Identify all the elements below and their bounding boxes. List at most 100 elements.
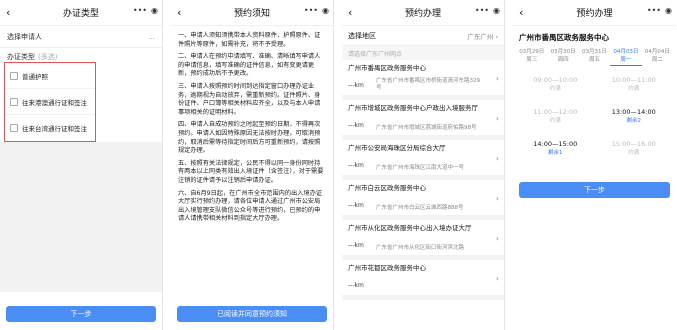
center-name: 广州市从化区政务服务中心出入境办证大厅 (348, 224, 472, 232)
close-icon[interactable]: ◉ (151, 6, 158, 15)
capsule[interactable]: ••• ◉ (304, 6, 329, 15)
center-distance: ---km (348, 82, 364, 89)
date-tabs: 03月29日 周三 03月30日 周四 03月31日 周五 04月03日 周一 04月0… (513, 45, 676, 66)
checkbox-icon[interactable] (10, 97, 18, 106)
slot-status: 约满 (628, 150, 640, 156)
page-title: 预约办理 (404, 9, 441, 19)
time-slot[interactable]: 11:00—12:00 约满 (517, 102, 594, 132)
region-row[interactable]: 选择地区 广东广州 › (342, 26, 504, 46)
back-icon[interactable]: ‹ (519, 6, 523, 19)
option-taiwan[interactable]: 往来台湾通行证和签注 (5, 115, 95, 141)
time-slot[interactable]: 10:00—11:00 约满 (596, 70, 673, 100)
notice-paragraph: 一、申请人须知须携带本人资料原件、护照原件、证件照片等原件，如需补充，将不予受理… (178, 32, 321, 48)
applicant-value: ... (148, 32, 155, 41)
center-name: 广州市白云区政务服务中心 (348, 184, 426, 192)
slot-status: 剩余2 (626, 118, 642, 124)
tab-date-label: 03月30日 (550, 49, 576, 55)
applicant-row[interactable]: 选择申请人 ... (0, 26, 162, 48)
slot-time: 15:00—16:00 (611, 140, 656, 148)
time-slot[interactable]: 15:00—16:00 约满 (596, 134, 673, 164)
type-options: 普通护照 往来港澳通行证和签注 往来台湾通行证和签注 (4, 62, 96, 142)
tab-date-label: 04月03日 (613, 49, 639, 55)
center-distance: ---km (348, 282, 364, 289)
chevron-right-icon: › (495, 74, 499, 83)
tab-day-label: 周四 (557, 57, 569, 63)
tab-date-label: 03月31日 (582, 49, 608, 55)
option-label: 往来台湾通行证和签注 (22, 125, 87, 133)
nav-bar: ‹ 办证类型 ••• ◉ (0, 0, 162, 26)
center-title: 广州市番禺区政务服务中心 (519, 33, 609, 42)
center-item[interactable]: 广州市增城区政务服务中心户政出入境服务厅 ---km 广东省广州市增城区荔城街道… (342, 100, 504, 140)
more-icon[interactable]: ••• (133, 6, 147, 15)
page-title: 预约办理 (576, 9, 613, 19)
checkbox-icon[interactable] (10, 124, 18, 132)
capsule[interactable]: ••• ◉ (133, 6, 158, 15)
center-address: 广东省广州市从化区街口街河滨北路 (376, 245, 465, 251)
time-slot[interactable]: 14:00—15:00 剩余1 (517, 134, 594, 164)
tab-date-label: 03月29日 (519, 49, 545, 55)
notice-text: 一、申请人须知须携带本人资料原件、护照原件、证件照片等原件，如需补充，将不予受理… (171, 26, 333, 234)
center-address: 广东省广州市增城区荔城街道府佑路98号 (376, 125, 477, 131)
applicant-label: 选择申请人 (7, 32, 42, 41)
option-hk-macao[interactable]: 往来港澳通行证和签注 (5, 89, 95, 115)
option-label: 普通护照 (22, 72, 48, 81)
section-label: 请选择广东广州网点 (342, 46, 504, 60)
center-name: 广州市增城区政务服务中心户政出入境服务厅 (348, 104, 478, 112)
tab-day-label: 周一 (620, 57, 632, 63)
center-distance: ---km (348, 202, 364, 209)
slot-time: 10:00—11:00 (611, 76, 656, 84)
slot-time: 13:00—14:00 (611, 108, 656, 116)
tab-day-label: 周三 (526, 57, 538, 63)
more-icon[interactable]: ••• (304, 6, 318, 15)
region-value: 广东广州 › (467, 32, 498, 41)
center-item[interactable]: 广州市公安局海珠区分局综合大厅 ---km 广东省广州市海珠区江南大道中一号 › (342, 140, 504, 180)
notice-paragraph: 六、自6月9日起，在广州市全市范围内的出入境办证大厅实行预约办理，请各位申请人通… (178, 189, 322, 223)
page-title: 预约须知 (233, 9, 270, 19)
checkbox-icon[interactable] (10, 71, 18, 80)
center-name: 广州市公安局海珠区分局综合大厅 (348, 144, 446, 152)
tab-date[interactable]: 03月29日 周三 (516, 48, 547, 66)
next-button[interactable]: 下一步 (6, 306, 156, 322)
more-icon[interactable]: ••• (475, 6, 489, 15)
back-icon[interactable]: ‹ (177, 6, 181, 19)
back-icon[interactable]: ‹ (6, 6, 10, 19)
chevron-right-icon: › (495, 274, 499, 283)
tab-date[interactable]: 03月31日 周五 (579, 48, 610, 66)
agree-button[interactable]: 已阅读并同意预约须知 (177, 306, 327, 322)
time-slot[interactable]: 09:00—10:00 约满 (517, 70, 594, 100)
next-button[interactable]: 下一步 (519, 182, 670, 198)
close-icon[interactable]: ◉ (322, 6, 329, 15)
chevron-right-icon: › (495, 154, 499, 163)
tab-date-active[interactable]: 04月03日 周一 (610, 48, 642, 66)
close-icon[interactable]: ◉ (493, 6, 500, 15)
panel-time-selection: ‹ 预约办理 ••• ◉ 广州市番禺区政务服务中心 03月29日 周三 03月30日… (513, 0, 676, 330)
capsule[interactable]: ••• ◉ (475, 6, 500, 15)
center-item[interactable]: 广州市花都区政务服务中心 ---km › (342, 260, 504, 300)
capsule[interactable]: ••• ◉ (647, 6, 672, 15)
chevron-right-icon: › (495, 234, 499, 243)
center-name: 广州市番禺区政务服务中心 (348, 64, 426, 72)
tab-date[interactable]: 04月04日 周二 (642, 48, 673, 66)
slot-status: 剩余1 (548, 150, 563, 156)
center-item[interactable]: 广州市从化区政务服务中心出入境办证大厅 ---km 广东省广州市从化区街口街河滨… (342, 220, 504, 260)
region-label: 选择地区 (348, 31, 376, 40)
panel-type-selection: ‹ 办证类型 ••• ◉ 选择申请人 ... 办证类型 (多选) 普通护照 往来港… (0, 0, 163, 330)
back-icon[interactable]: ‹ (348, 6, 352, 19)
close-icon[interactable]: ◉ (665, 6, 672, 15)
option-passport[interactable]: 普通护照 (5, 63, 95, 89)
center-item[interactable]: 广州市番禺区政务服务中心 ---km 广东省广州市番禺区市桥街道清河东路329号… (342, 60, 504, 100)
more-icon[interactable]: ••• (647, 6, 661, 15)
tab-date[interactable]: 03月30日 周四 (547, 48, 578, 66)
center-item[interactable]: 广州市白云区政务服务中心 ---km 广东省广州市白云区云城西路888号 › (342, 180, 504, 220)
nav-bar: ‹ 预约须知 ••• ◉ (171, 0, 333, 26)
slot-time: 14:00—15:00 (533, 140, 578, 148)
nav-bar: ‹ 预约办理 ••• ◉ (513, 0, 676, 26)
time-slot[interactable]: 13:00—14:00 剩余2 (596, 102, 673, 132)
chevron-right-icon: › (495, 194, 499, 203)
nav-bar: ‹ 预约办理 ••• ◉ (342, 0, 504, 26)
slot-time: 11:00—12:00 (533, 108, 578, 116)
center-name: 广州市花都区政务服务中心 (348, 264, 426, 272)
center-distance: ---km (348, 122, 364, 129)
empty-area (0, 142, 162, 292)
tab-day-label: 周五 (589, 57, 601, 63)
